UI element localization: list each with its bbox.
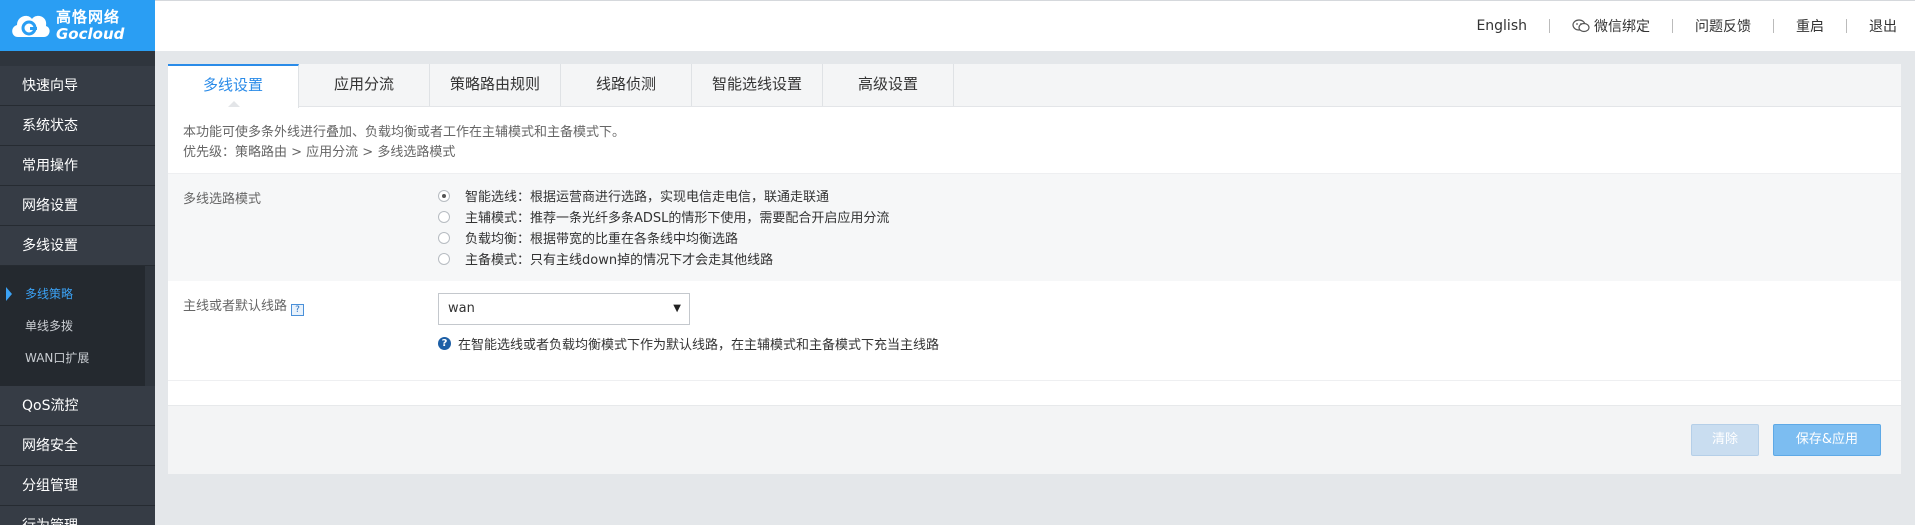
brand-logo[interactable]: 高恪网络 Gocloud xyxy=(0,0,155,51)
sidebar-subitem-multiline-policy[interactable]: 多线策略 xyxy=(0,278,145,310)
radio-button[interactable] xyxy=(438,189,450,202)
priority-line: 优先级：策略路由 > 应用分流 > 多线选路模式 xyxy=(183,145,456,160)
sidebar-item-behavior-management[interactable]: 行为管理 xyxy=(0,506,155,525)
tab-line-detection[interactable]: 线路侦测 xyxy=(561,64,692,106)
mode-row: 多线选路模式 智能选线：根据运营商进行选路，实现电信走电信，联通走联通 主辅模式… xyxy=(168,173,1901,281)
brand-name-en: Gocloud xyxy=(56,24,125,43)
sidebar-item-group-management[interactable]: 分组管理 xyxy=(0,466,155,506)
brand-text: 高恪网络 Gocloud xyxy=(56,7,125,43)
dropdown-arrow-icon: ▼ xyxy=(673,303,681,314)
mode-label: 多线选路模式 xyxy=(183,192,262,207)
feedback-link[interactable]: 问题反馈 xyxy=(1695,16,1751,36)
divider xyxy=(1846,19,1847,33)
default-line-label-wrap: 主线或者默认线路? xyxy=(183,295,305,316)
wechat-bind-label: 微信绑定 xyxy=(1594,19,1650,35)
sidebar-item-network-security[interactable]: 网络安全 xyxy=(0,426,155,466)
radio-button[interactable] xyxy=(438,210,450,223)
default-line-select[interactable]: wan ▼ xyxy=(438,293,690,325)
sidebar-item-common-ops[interactable]: 常用操作 xyxy=(0,146,155,186)
sidebar-item-multiline-settings[interactable]: 多线设置 xyxy=(0,226,155,266)
question-icon: ? xyxy=(438,337,451,350)
tab-bar: 多线设置 应用分流 策略路由规则 线路侦测 智能选线设置 高级设置 xyxy=(168,64,1901,108)
mode-option-label: 负载均衡：根据带宽的比重在各条线中均衡选路 xyxy=(465,232,739,247)
reboot-link[interactable]: 重启 xyxy=(1796,16,1824,36)
language-link[interactable]: English xyxy=(1476,18,1527,34)
wechat-bind-link[interactable]: 微信绑定 xyxy=(1572,16,1650,36)
clear-button[interactable]: 清除 xyxy=(1691,424,1759,456)
description-line: 本功能可使多条外线进行叠加、负载均衡或者工作在主辅模式和主备模式下。 xyxy=(183,125,626,140)
logout-link[interactable]: 退出 xyxy=(1869,16,1897,36)
radio-button[interactable] xyxy=(438,231,450,244)
help-doc-icon[interactable]: ? xyxy=(291,304,305,316)
divider xyxy=(1672,19,1673,33)
tab-app-split[interactable]: 应用分流 xyxy=(299,64,430,106)
description: 本功能可使多条外线进行叠加、负载均衡或者工作在主辅模式和主备模式下。 优先级：策… xyxy=(168,107,1901,173)
cloud-logo-icon xyxy=(12,15,50,37)
sidebar: 高恪网络 Gocloud 快速向导 系统状态 常用操作 网络设置 多线设置 多线… xyxy=(0,0,155,525)
sidebar-subitem-wan-expand[interactable]: WAN口扩展 xyxy=(0,342,145,374)
radio-button[interactable] xyxy=(438,252,450,265)
sidebar-item-network-settings[interactable]: 网络设置 xyxy=(0,186,155,226)
mode-option-primary-backup[interactable]: 主备模式：只有主线down掉的情况下才会走其他线路 xyxy=(438,248,889,269)
mode-option-load-balance[interactable]: 负载均衡：根据带宽的比重在各条线中均衡选路 xyxy=(438,227,889,248)
tab-advanced-settings[interactable]: 高级设置 xyxy=(823,64,954,106)
main-panel: 多线设置 应用分流 策略路由规则 线路侦测 智能选线设置 高级设置 本功能可使多… xyxy=(168,64,1901,474)
sidebar-item-quick-guide[interactable]: 快速向导 xyxy=(0,66,155,106)
mode-option-label: 主辅模式：推荐一条光纤多条ADSL的情形下使用，需要配合开启应用分流 xyxy=(465,211,890,226)
save-apply-button[interactable]: 保存&应用 xyxy=(1773,424,1881,456)
default-line-value: wan xyxy=(448,301,475,316)
default-line-hint: ? 在智能选线或者负载均衡模式下作为默认线路，在主辅模式和主备模式下充当主线路 xyxy=(438,334,939,353)
wechat-icon xyxy=(1572,19,1590,33)
divider xyxy=(1549,19,1550,33)
divider xyxy=(1773,19,1774,33)
sidebar-item-qos[interactable]: QoS流控 xyxy=(0,386,155,426)
top-bar: English 微信绑定 问题反馈 重启 退出 xyxy=(155,0,1915,51)
tab-policy-routing[interactable]: 策略路由规则 xyxy=(430,64,561,106)
default-line-row: 主线或者默认线路? wan ▼ ? 在智能选线或者负载均衡模式下作为默认线路，在… xyxy=(168,281,1901,381)
sidebar-subitem-single-line-multidial[interactable]: 单线多拨 xyxy=(0,310,145,342)
mode-option-label: 智能选线：根据运营商进行选路，实现电信走电信，联通走联通 xyxy=(465,190,830,205)
default-line-label: 主线或者默认线路 xyxy=(183,299,288,314)
form-footer: 清除 保存&应用 xyxy=(168,405,1901,474)
tab-smart-line-settings[interactable]: 智能选线设置 xyxy=(692,64,823,106)
default-line-hint-text: 在智能选线或者负载均衡模式下作为默认线路，在主辅模式和主备模式下充当主线路 xyxy=(458,338,940,353)
mode-option-primary-secondary[interactable]: 主辅模式：推荐一条光纤多条ADSL的情形下使用，需要配合开启应用分流 xyxy=(438,206,889,227)
mode-option-smart[interactable]: 智能选线：根据运营商进行选路，实现电信走电信，联通走联通 xyxy=(438,185,889,206)
mode-option-label: 主备模式：只有主线down掉的情况下才会走其他线路 xyxy=(465,253,774,268)
sidebar-item-system-status[interactable]: 系统状态 xyxy=(0,106,155,146)
brand-name-cn: 高恪网络 xyxy=(56,7,121,26)
mode-radio-group: 智能选线：根据运营商进行选路，实现电信走电信，联通走联通 主辅模式：推荐一条光纤… xyxy=(438,185,889,269)
sidebar-subnav: 多线策略 单线多拨 WAN口扩展 xyxy=(0,266,145,386)
tab-multiline-settings[interactable]: 多线设置 xyxy=(168,64,299,108)
